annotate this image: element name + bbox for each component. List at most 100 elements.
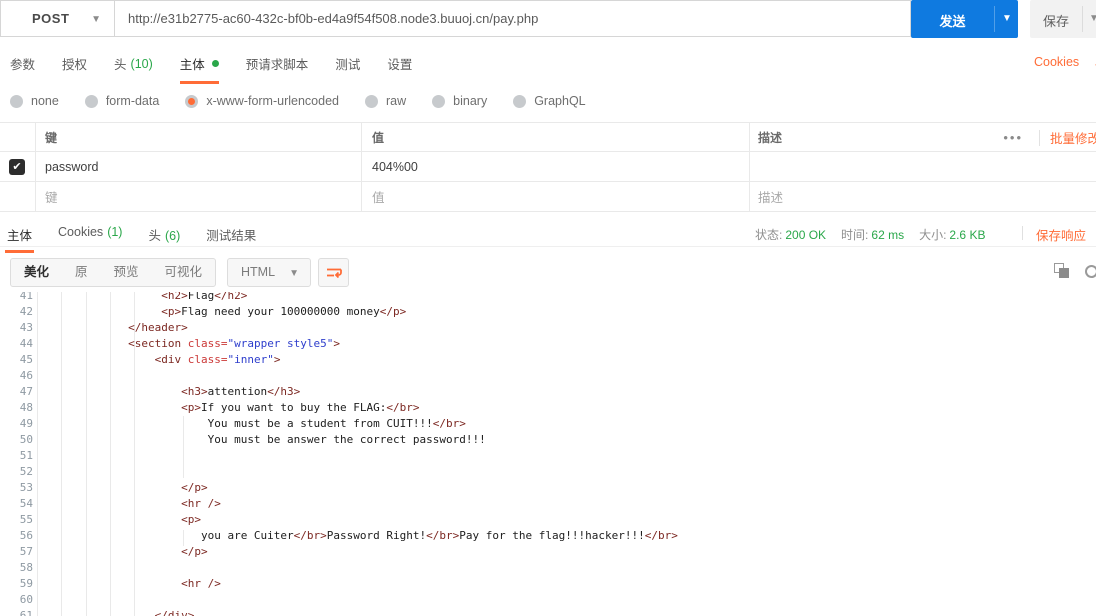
body-type-selector: none form-data x-www-form-urlencoded raw… — [10, 88, 586, 114]
response-tab-body[interactable]: 主体 — [5, 218, 35, 253]
radio-raw[interactable]: raw — [365, 94, 406, 108]
tab-pre-request-script[interactable]: 预请求脚本 — [246, 46, 309, 84]
line-number: 47 — [19, 385, 33, 398]
time-label: 时间: — [841, 228, 869, 242]
key-cell-empty[interactable]: 键 — [36, 182, 362, 211]
line-number: 55 — [19, 513, 33, 526]
tab-body[interactable]: 主体 — [179, 46, 219, 84]
response-headers-count: (6) — [164, 229, 181, 243]
radio-graphql[interactable]: GraphQL — [513, 94, 586, 108]
line-number: 56 — [19, 529, 33, 542]
method-select[interactable]: POST ▼ — [0, 0, 115, 37]
cookies-link[interactable]: Cookies — [1034, 55, 1079, 74]
line-number: 51 — [19, 449, 33, 462]
view-preview[interactable]: 预览 — [101, 259, 152, 286]
view-pretty[interactable]: 美化 — [11, 259, 62, 286]
tab-headers[interactable]: 头 (10) — [114, 46, 153, 84]
status-value: 200 OK — [785, 228, 827, 242]
format-select[interactable]: HTML ▼ — [227, 258, 311, 287]
send-button[interactable]: 发送 ▼ — [911, 0, 1018, 38]
code-line: 43 </header> — [0, 320, 678, 336]
code-line: 53 </p> — [0, 480, 678, 496]
radio-form-data[interactable]: form-data — [84, 94, 159, 108]
code-line: 56 you are Cuiter</br>Password Right!</b… — [0, 528, 678, 544]
wrap-text-button[interactable] — [318, 258, 349, 287]
status-label: 状态: — [755, 228, 783, 242]
value-cell[interactable]: 404%00 — [362, 152, 750, 181]
bulk-edit-link[interactable]: 批量修改 — [1050, 128, 1096, 147]
request-bar: POST ▼ http://e31b2775-ac60-432c-bf0b-ed… — [0, 0, 1096, 38]
copy-button[interactable] — [1053, 262, 1071, 280]
value-cell-empty[interactable]: 值 — [362, 182, 750, 211]
response-body-viewer[interactable]: 41 <h2>Flag</h2> 42 <p>Flag need your 100… — [0, 292, 1096, 616]
description-cell-empty[interactable]: 描述 — [750, 182, 1096, 211]
view-visualize[interactable]: 可视化 — [152, 259, 216, 286]
line-number: 60 — [19, 593, 33, 606]
row-checkbox[interactable]: ✔ — [9, 158, 25, 175]
url-input[interactable]: http://e31b2775-ac60-432c-bf0b-ed4a9f54f… — [114, 0, 911, 37]
response-tab-cookies[interactable]: Cookies (1) — [56, 218, 124, 253]
send-label: 发送 — [939, 14, 966, 29]
save-response-link[interactable]: 保存响应 — [1036, 225, 1086, 244]
send-dropdown-icon[interactable]: ▼ — [1002, 14, 1012, 24]
radio-icon — [432, 94, 446, 108]
save-button[interactable]: 保存 ▼ — [1030, 0, 1096, 38]
more-options-icon[interactable]: ••• — [1003, 130, 1023, 145]
code-line: 60 — [0, 592, 678, 608]
line-number: 57 — [19, 545, 33, 558]
code-line: 50 You must be answer the correct passwo… — [0, 432, 678, 448]
radio-binary[interactable]: binary — [432, 94, 487, 108]
code-line: 58 — [0, 560, 678, 576]
description-cell[interactable] — [750, 152, 1096, 181]
format-label: HTML — [241, 265, 276, 279]
line-number: 58 — [19, 561, 33, 574]
response-tab-test-results[interactable]: 测试结果 — [204, 218, 258, 253]
tab-settings[interactable]: 设置 — [387, 46, 412, 84]
code-line: 59 <hr /> — [0, 576, 678, 592]
code-lines: 41 <h2>Flag</h2> 42 <p>Flag need your 100… — [0, 292, 678, 616]
line-number: 45 — [19, 353, 33, 366]
tab-authorization[interactable]: 授权 — [62, 46, 87, 84]
line-number: 53 — [19, 481, 33, 494]
radio-icon — [84, 94, 98, 108]
line-number: 54 — [19, 497, 33, 510]
code-line: 61 </div> — [0, 608, 678, 616]
view-raw[interactable]: 原 — [62, 259, 101, 286]
line-number: 44 — [19, 337, 33, 350]
headers-count: (10) — [130, 56, 153, 71]
save-split-divider — [1082, 6, 1083, 32]
radio-none[interactable]: none — [10, 94, 59, 108]
radio-icon — [513, 94, 527, 108]
key-cell[interactable]: password — [36, 152, 362, 181]
code-line: 54 <hr /> — [0, 496, 678, 512]
line-number: 61 — [19, 609, 33, 616]
size-label: 大小: — [919, 228, 947, 242]
params-table: 键 值 描述 ••• 批量修改 ✔ password 404%00 键 值 描述 — [0, 122, 1096, 212]
search-icon[interactable] — [1085, 265, 1096, 278]
wrap-text-icon — [326, 268, 342, 278]
response-tab-headers[interactable]: 头 (6) — [146, 218, 182, 253]
chevron-down-icon: ▼ — [289, 268, 299, 279]
code-line: 52 — [0, 464, 678, 480]
line-number: 46 — [19, 369, 33, 382]
header-divider — [1039, 129, 1040, 146]
tab-params[interactable]: 参数 — [10, 46, 35, 84]
size-value: 2.6 KB — [949, 228, 986, 242]
radio-selected-icon — [185, 94, 199, 108]
code-line: 57 </p> — [0, 544, 678, 560]
code-line: 42 <p>Flag need your 100000000 money</p> — [0, 304, 678, 320]
code-line: 45 <div class="inner"> — [0, 352, 678, 368]
code-line: 46 — [0, 368, 678, 384]
line-number: 52 — [19, 465, 33, 478]
cookies-count: (1) — [107, 225, 123, 239]
send-split-divider — [994, 6, 995, 32]
save-dropdown-icon[interactable]: ▼ — [1089, 14, 1096, 24]
line-number: 43 — [19, 321, 33, 334]
line-number: 50 — [19, 433, 33, 446]
method-label: POST — [32, 11, 70, 26]
radio-x-www-form-urlencoded[interactable]: x-www-form-urlencoded — [185, 94, 339, 108]
key-column-header: 键 — [45, 130, 58, 145]
stats-divider — [1022, 226, 1023, 240]
code-line: 48 <p>If you want to buy the FLAG:</br> — [0, 400, 678, 416]
tab-tests[interactable]: 测试 — [335, 46, 360, 84]
